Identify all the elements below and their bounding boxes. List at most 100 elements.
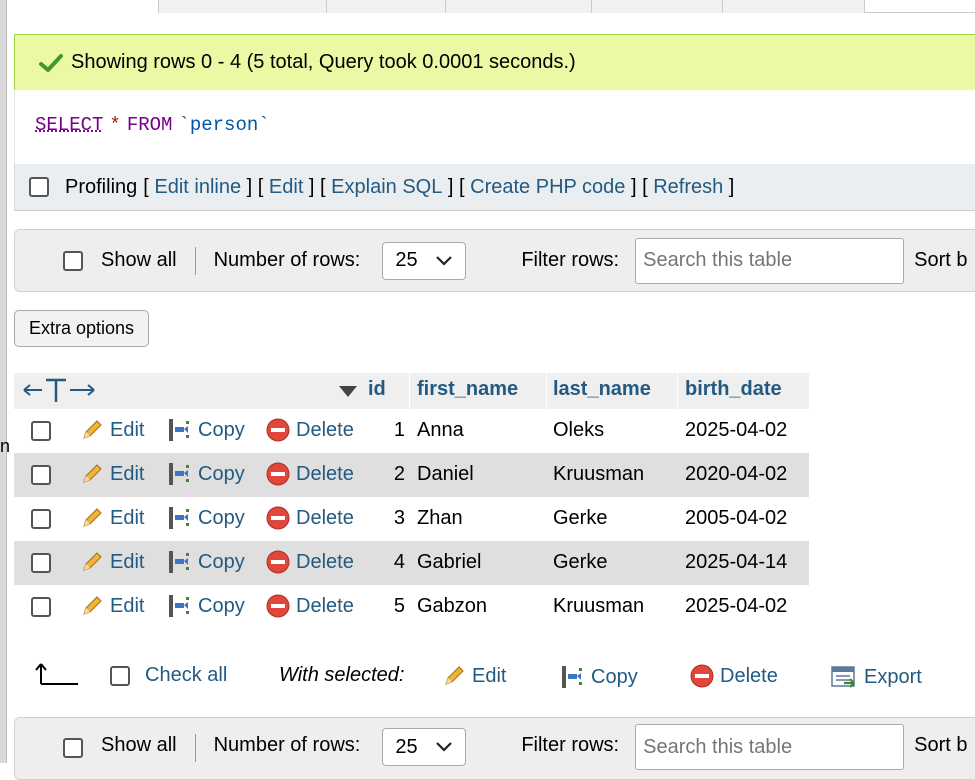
row-edit-label: Edit <box>110 594 145 617</box>
sort-triangle-icon[interactable] <box>339 382 357 405</box>
success-message: Showing rows 0 - 4 (5 total, Query took … <box>14 34 975 90</box>
table-row[interactable]: Edit Copy Delete 2 Daniel Kruusman 2020-… <box>14 453 809 497</box>
edit-inline-link[interactable]: Edit inline <box>154 176 241 199</box>
explain-sql-link[interactable]: Explain SQL <box>331 176 442 199</box>
row-copy-button[interactable]: Copy <box>166 461 245 487</box>
cell-id: 3 <box>393 507 405 529</box>
row-delete-label: Delete <box>296 594 354 617</box>
cell-birth-date: 2025-04-14 <box>685 551 788 573</box>
column-header-first-name[interactable]: first_name <box>417 378 518 401</box>
sort-label-bottom: Sort b <box>914 734 968 756</box>
row-copy-label: Copy <box>198 594 245 617</box>
row-edit-button[interactable]: Edit <box>80 418 144 442</box>
table-row[interactable]: Edit Copy Delete 4 Gabriel Gerke 2025-04… <box>14 541 809 585</box>
row-edit-button[interactable]: Edit <box>80 462 144 486</box>
table-row[interactable]: Edit Copy Delete 1 Anna Oleks 2025-04-02 <box>14 409 809 453</box>
sql-select-keyword[interactable]: SELECT <box>35 114 103 136</box>
tab[interactable] <box>592 0 723 13</box>
cell-birth-date: 2025-04-02 <box>685 595 788 617</box>
extra-options-button[interactable]: Extra options <box>14 310 149 347</box>
tab[interactable] <box>327 0 446 13</box>
chevron-down-icon <box>436 742 453 752</box>
footer-copy-button[interactable]: Copy <box>559 664 638 690</box>
show-all-label: Show all <box>101 249 177 271</box>
filter-rows-label: Filter rows: <box>521 249 620 271</box>
footer-export-button[interactable]: Export <box>830 664 922 690</box>
row-copy-button[interactable]: Copy <box>166 593 245 619</box>
row-checkbox[interactable] <box>31 465 51 485</box>
create-php-code-link[interactable]: Create PHP code <box>470 176 625 199</box>
table-header: id first_name last_name birth_date <box>14 373 809 409</box>
row-edit-button[interactable]: Edit <box>80 594 144 618</box>
table-row[interactable]: Edit Copy Delete 3 Zhan Gerke 2005-04-02 <box>14 497 809 541</box>
row-checkbox[interactable] <box>31 597 51 617</box>
tab[interactable] <box>159 0 327 13</box>
left-panel-text: n <box>0 436 11 456</box>
export-icon <box>831 666 855 688</box>
check-all-checkbox[interactable] <box>110 666 130 686</box>
divider <box>194 246 196 275</box>
rows-label-bottom: Number of rows: <box>213 734 361 756</box>
footer-delete-button[interactable]: Delete <box>690 664 778 688</box>
show-all-checkbox[interactable] <box>63 250 83 271</box>
show-all-checkbox-bottom[interactable] <box>63 738 83 758</box>
with-selected-bar: Check all With selected: Edit Copy Delet… <box>14 650 974 700</box>
row-copy-button[interactable]: Copy <box>166 417 245 443</box>
cell-last-name: Kruusman <box>553 463 645 485</box>
delete-icon <box>266 462 290 486</box>
copy-icon <box>169 551 189 573</box>
navigation-bar-bottom: Show all Number of rows: 25 Filter rows:… <box>14 717 975 780</box>
cell-id: 4 <box>393 551 405 573</box>
column-header-id[interactable]: id <box>368 378 386 401</box>
cell-last-name: Gerke <box>553 507 608 529</box>
tab[interactable] <box>7 0 159 13</box>
edit-link[interactable]: Edit <box>269 176 303 199</box>
delete-icon <box>266 550 290 574</box>
footer-copy-label: Copy <box>591 665 638 688</box>
column-header-birth-date[interactable]: birth_date <box>685 378 782 401</box>
row-checkbox[interactable] <box>31 553 51 573</box>
table-row[interactable]: Edit Copy Delete 5 Gabzon Kruusman 2025-… <box>14 585 809 629</box>
delete-icon <box>266 418 290 442</box>
row-copy-label: Copy <box>198 462 245 485</box>
check-all-link[interactable]: Check all <box>145 664 227 687</box>
row-checkbox[interactable] <box>31 421 51 441</box>
row-edit-label: Edit <box>110 462 145 485</box>
row-edit-button[interactable]: Edit <box>80 550 144 574</box>
row-delete-button[interactable]: Delete <box>266 550 354 574</box>
search-input-bottom[interactable]: Search this table <box>635 724 905 770</box>
refresh-link[interactable]: Refresh <box>653 176 723 199</box>
tab[interactable] <box>723 0 865 13</box>
column-resize-icon[interactable] <box>22 375 98 411</box>
column-header-last-name[interactable]: last_name <box>553 378 651 401</box>
row-edit-button[interactable]: Edit <box>80 506 144 530</box>
row-copy-label: Copy <box>198 506 245 529</box>
cell-first-name: Gabriel <box>417 551 482 573</box>
tab[interactable] <box>446 0 592 13</box>
pencil-icon <box>83 508 102 527</box>
cell-first-name: Daniel <box>417 463 474 485</box>
footer-edit-button[interactable]: Edit <box>442 664 506 688</box>
row-delete-label: Delete <box>296 550 354 573</box>
row-delete-button[interactable]: Delete <box>266 594 354 618</box>
cell-last-name: Kruusman <box>553 595 645 617</box>
footer-export-label: Export <box>864 665 922 688</box>
cell-last-name: Oleks <box>553 419 605 441</box>
sql-star: * <box>109 114 121 136</box>
rows-select[interactable]: 25 <box>382 241 467 280</box>
rows-select-bottom[interactable]: 25 <box>382 728 467 766</box>
row-delete-button[interactable]: Delete <box>266 418 354 442</box>
row-checkbox[interactable] <box>31 509 51 529</box>
profiling-checkbox[interactable] <box>29 177 49 197</box>
row-copy-label: Copy <box>198 550 245 573</box>
row-copy-button[interactable]: Copy <box>166 549 245 575</box>
copy-icon <box>169 463 189 485</box>
footer-edit-label: Edit <box>472 664 507 687</box>
row-delete-label: Delete <box>296 418 354 441</box>
row-copy-button[interactable]: Copy <box>166 505 245 531</box>
search-input[interactable]: Search this table <box>635 237 905 284</box>
row-delete-button[interactable]: Delete <box>266 506 354 530</box>
chevron-down-icon <box>436 255 453 266</box>
row-delete-button[interactable]: Delete <box>266 462 354 486</box>
divider <box>194 734 196 762</box>
